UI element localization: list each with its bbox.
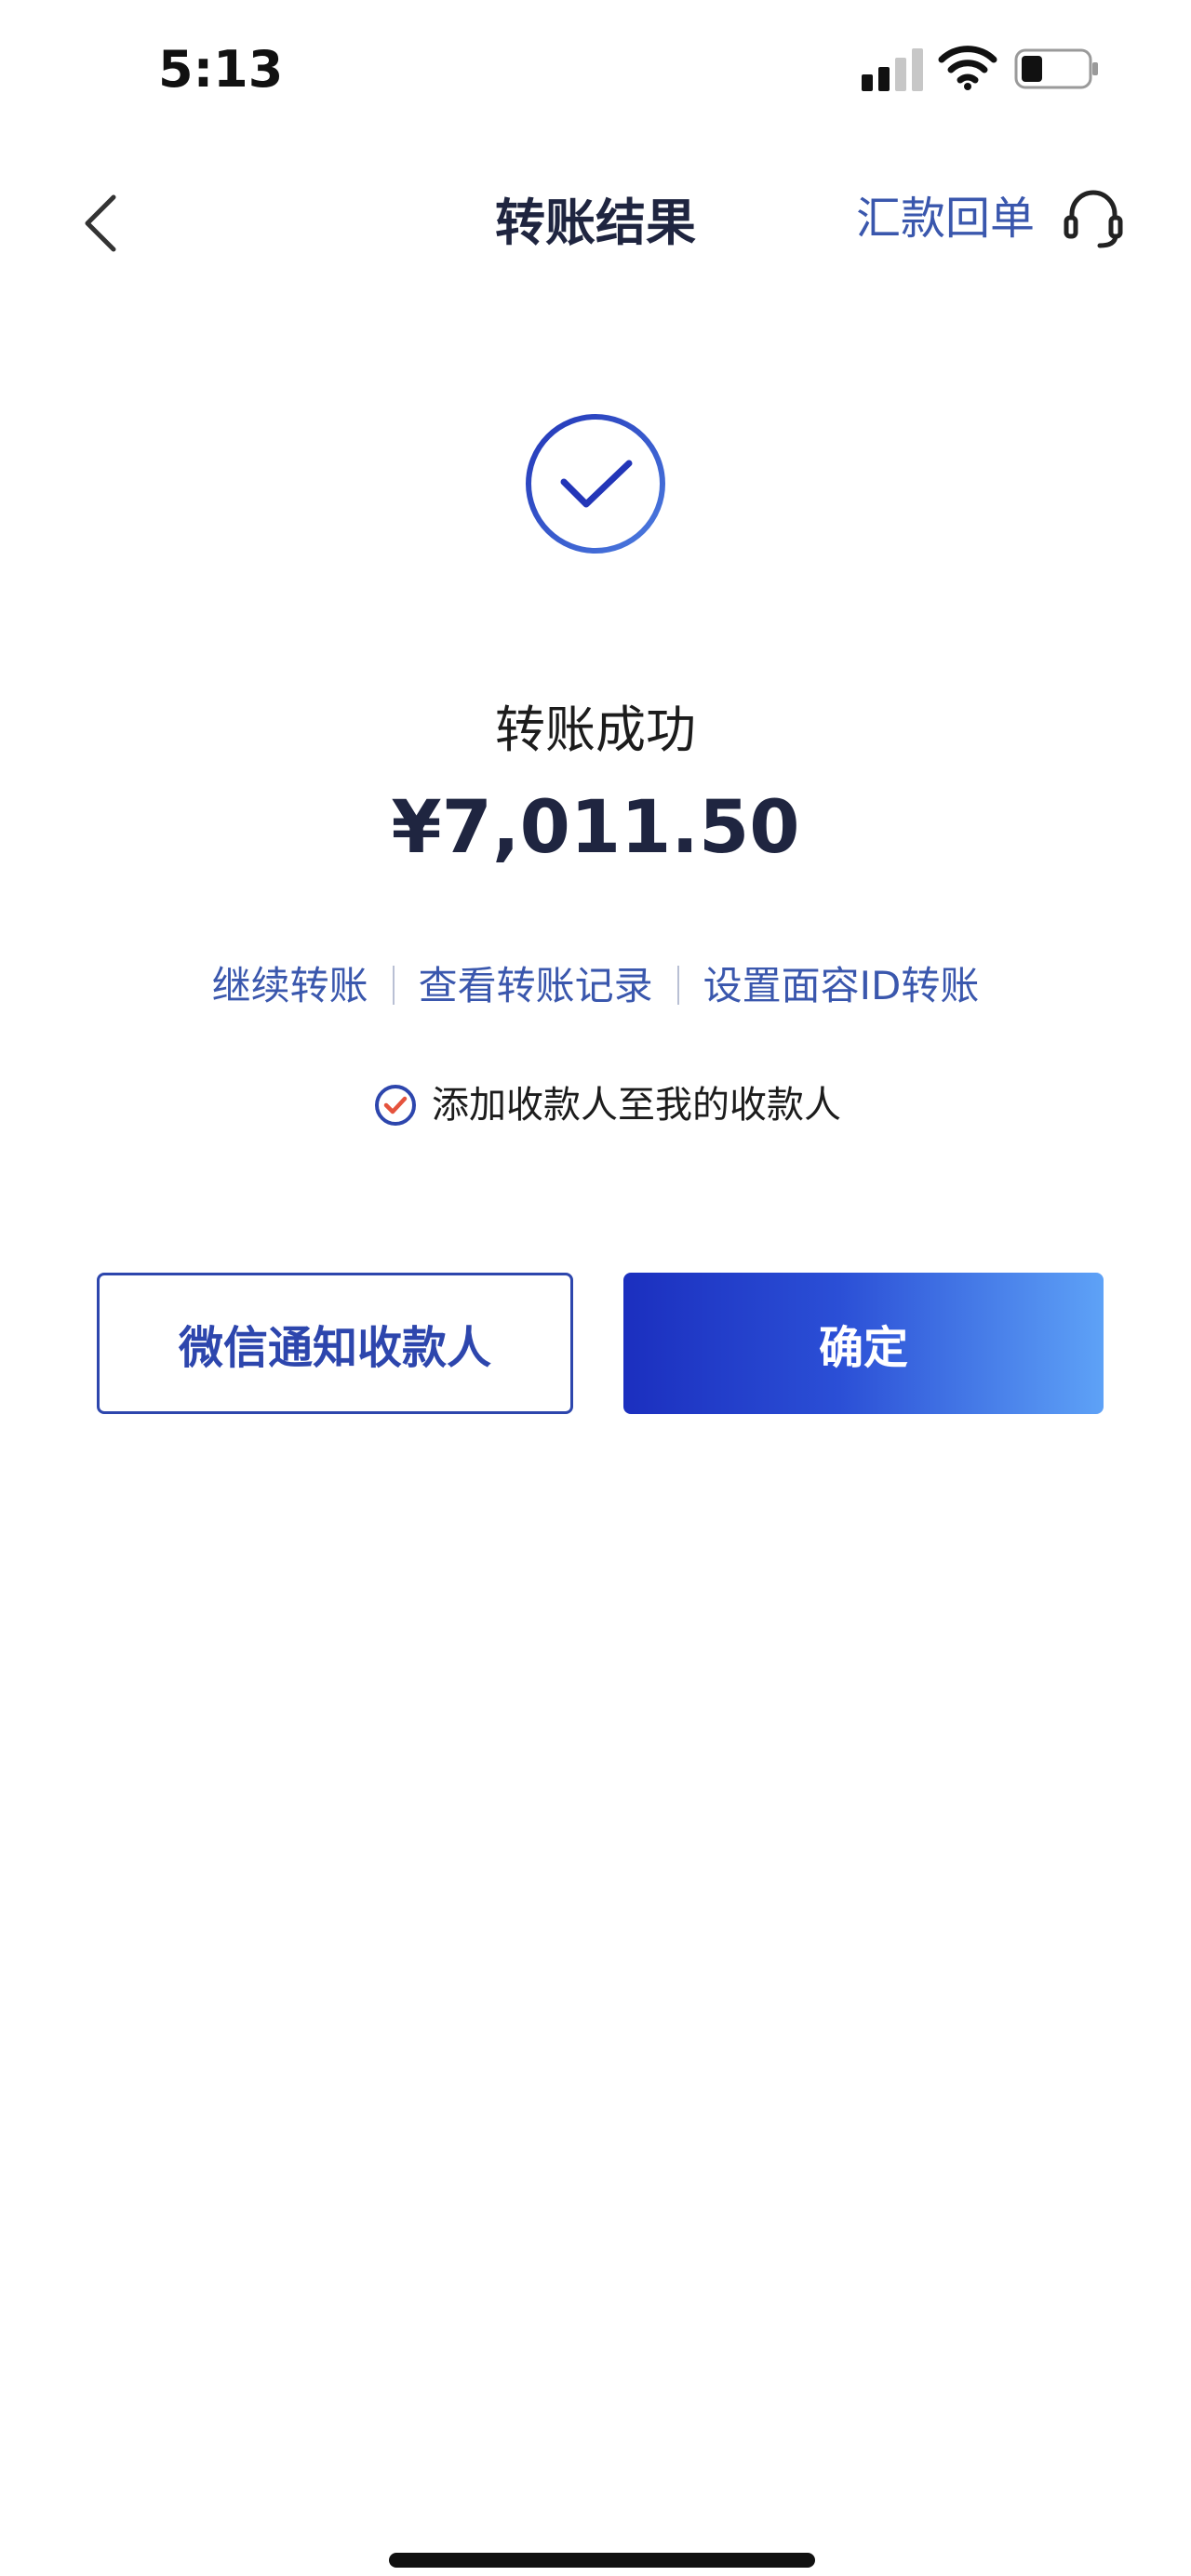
- check-circle-icon: [526, 414, 665, 554]
- home-indicator[interactable]: [389, 2553, 815, 2568]
- link-divider: [392, 965, 395, 1005]
- battery-icon: [1014, 48, 1098, 89]
- remittance-receipt-link[interactable]: 汇款回单: [856, 186, 1035, 251]
- add-payee-label: 添加收款人至我的收款人: [432, 1084, 841, 1127]
- continue-transfer-link[interactable]: 继续转账: [212, 963, 368, 1008]
- setup-face-id-transfer-link[interactable]: 设置面容ID转账: [703, 963, 980, 1008]
- checkbox-checked-icon[interactable]: [374, 1084, 417, 1127]
- wifi-icon: [938, 46, 997, 90]
- wechat-notify-payee-button[interactable]: 微信通知收款人: [97, 1273, 573, 1414]
- headset-icon[interactable]: [1061, 186, 1126, 251]
- view-transfer-records-link[interactable]: 查看转账记录: [419, 963, 653, 1008]
- cellular-signal-icon: [862, 48, 923, 91]
- action-links: 继续转账 查看转账记录 设置面容ID转账: [0, 954, 1191, 1019]
- transfer-status-text: 转账成功: [495, 701, 696, 759]
- status-time: 5:13: [158, 40, 284, 99]
- transfer-amount: ¥7,011.50: [391, 786, 800, 870]
- confirm-button[interactable]: 确定: [623, 1273, 1104, 1414]
- add-payee-checkbox[interactable]: 添加收款人至我的收款人: [374, 1077, 841, 1133]
- link-divider: [676, 965, 679, 1005]
